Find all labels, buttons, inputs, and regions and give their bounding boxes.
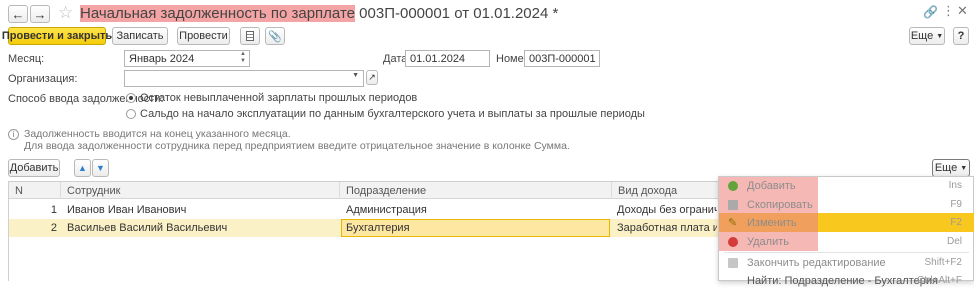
- dropdown-icon[interactable]: ▼: [352, 72, 359, 79]
- radio-remaining-salary-label[interactable]: Остаток невыплаченной зарплаты прошлых п…: [140, 92, 417, 104]
- move-down-button[interactable]: ▼: [92, 159, 109, 177]
- column-header-department[interactable]: Подразделение: [340, 182, 612, 199]
- month-field[interactable]: Январь 2024 ▲ ▼: [124, 50, 250, 67]
- date-field[interactable]: 01.01.2024: [405, 50, 490, 67]
- page-title: Начальная задолженность по зарплате 003П…: [80, 5, 558, 22]
- month-value: Январь 2024: [129, 52, 195, 65]
- table-add-button[interactable]: Добавить: [8, 159, 60, 177]
- cell-income-type: Доходы без ограничения вз: [617, 204, 717, 216]
- page-title-highlight: Начальная задолженность по зарплате: [80, 5, 355, 22]
- date-value: 01.01.2024: [410, 52, 466, 65]
- organization-label: Организация:: [8, 73, 78, 85]
- month-stepper-icon[interactable]: ▲ ▼: [240, 51, 246, 65]
- column-header-n[interactable]: N: [9, 182, 61, 199]
- add-icon: [728, 180, 738, 191]
- end-edit-icon: [728, 257, 738, 268]
- more-button[interactable]: Еще ▼: [909, 27, 945, 45]
- table-chevron-down-icon: ▼: [960, 164, 968, 172]
- menu-item-delete[interactable]: Удалить Del: [719, 232, 974, 251]
- organization-field[interactable]: ▼: [124, 70, 364, 87]
- cell-department: Администрация: [346, 204, 427, 216]
- post-and-close-button[interactable]: Провести и закрыть: [2, 27, 112, 45]
- link-icon[interactable]: 🔗: [923, 5, 938, 19]
- report-icon: [246, 31, 254, 41]
- cell-income-type: Заработная плата и иные д: [617, 222, 717, 234]
- back-button[interactable]: ←: [8, 5, 28, 23]
- arrow-down-icon: ▼: [96, 163, 105, 173]
- menu-item-end-edit[interactable]: Закончить редактирование Shift+F2: [719, 253, 974, 272]
- cell-n: 1: [50, 204, 57, 216]
- column-header-employee[interactable]: Сотрудник: [61, 182, 340, 199]
- menu-item-edit-label: Изменить: [747, 216, 797, 229]
- info-text-2: Для ввода задолженности сотрудника перед…: [24, 140, 570, 152]
- table-more-label: Еще: [934, 162, 958, 174]
- move-up-button[interactable]: ▲: [74, 159, 91, 177]
- favorite-star-icon[interactable]: ☆: [58, 3, 73, 23]
- cell-department-editing[interactable]: Бухгалтерия: [341, 219, 610, 237]
- menu-item-add-shortcut: Ins: [948, 180, 962, 191]
- open-link-icon: ↗: [368, 72, 376, 82]
- paperclip-icon: 📎: [268, 30, 282, 43]
- menu-item-end-edit-shortcut: Shift+F2: [924, 257, 962, 268]
- forward-button[interactable]: →: [30, 5, 50, 23]
- table-more-button[interactable]: Еще ▼: [932, 159, 970, 177]
- post-button[interactable]: Провести: [177, 27, 230, 45]
- month-label: Месяц:: [8, 53, 45, 65]
- menu-item-add[interactable]: Добавить Ins: [719, 176, 974, 195]
- delete-icon: [728, 236, 738, 247]
- menu-item-end-edit-label: Закончить редактирование: [747, 256, 886, 269]
- attach-button[interactable]: 📎: [265, 27, 285, 45]
- arrow-right-icon: →: [33, 6, 47, 22]
- number-value: 003П-000001: [529, 52, 596, 65]
- cell-employee: Васильев Василий Васильевич: [67, 222, 228, 234]
- menu-item-add-label: Добавить: [747, 179, 796, 192]
- help-button[interactable]: ?: [953, 27, 969, 45]
- radio-balance-accounting[interactable]: [126, 109, 136, 119]
- menu-item-delete-shortcut: Del: [946, 236, 962, 247]
- open-organization-button[interactable]: ↗: [366, 70, 378, 85]
- menu-item-delete-label: Удалить: [747, 235, 789, 248]
- menu-item-copy-shortcut: F9: [950, 199, 962, 210]
- close-icon[interactable]: ✕: [957, 3, 968, 19]
- chevron-down-icon: ▼: [936, 32, 944, 40]
- cell-n: 2: [50, 222, 57, 234]
- menu-item-edit-shortcut: F2: [950, 217, 962, 228]
- copy-icon: [728, 199, 738, 210]
- report-button[interactable]: [240, 27, 260, 45]
- menu-item-copy[interactable]: Скопировать F9: [719, 195, 974, 214]
- number-field[interactable]: 003П-000001: [524, 50, 600, 67]
- more-label: Еще: [910, 30, 934, 42]
- info-icon: i: [8, 129, 19, 140]
- arrow-up-icon: ▲: [78, 163, 87, 173]
- menu-item-copy-label: Скопировать: [747, 198, 813, 211]
- page-title-rest: 003П-000001 от 01.01.2024 *: [359, 5, 559, 22]
- radio-remaining-salary[interactable]: [126, 93, 136, 103]
- menu-dots-icon[interactable]: ⋮: [942, 3, 955, 19]
- radio-balance-accounting-label[interactable]: Сальдо на начало эксплуатации по данным …: [140, 108, 645, 120]
- cell-employee: Иванов Иван Иванович: [67, 204, 187, 216]
- pencil-icon: ✎: [728, 217, 738, 229]
- save-button[interactable]: Записать: [112, 27, 168, 45]
- info-text-1: Задолженность вводится на конец указанно…: [24, 128, 291, 140]
- menu-item-edit[interactable]: ✎ Изменить F2: [719, 213, 974, 232]
- arrow-left-icon: ←: [11, 6, 25, 22]
